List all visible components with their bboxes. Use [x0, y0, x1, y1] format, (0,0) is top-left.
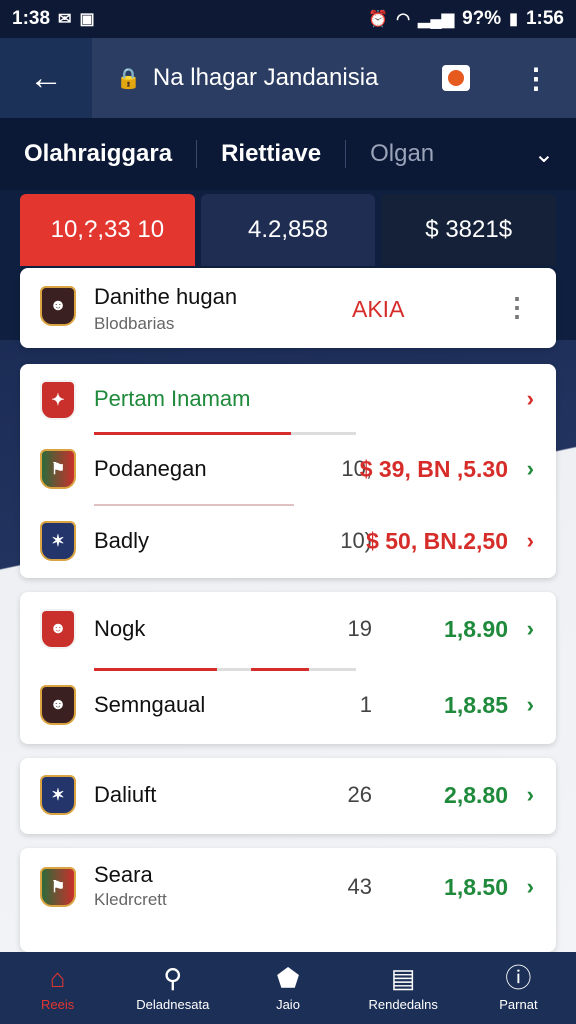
player-crest-icon: ☻ — [40, 609, 76, 649]
shield-crest-icon: ✶ — [40, 775, 76, 815]
summary-box[interactable]: 4.2,858 — [200, 194, 376, 266]
player-crest-icon: ☻ — [40, 286, 76, 326]
status-time: 1:38 — [12, 8, 51, 29]
tab-olahraiggara[interactable]: Olahraiggara — [0, 140, 196, 168]
app-notification-icon: ▣ — [79, 11, 95, 28]
summary-bar: 10,?,33 10 4.2,858 $ 3821$ — [20, 194, 557, 266]
match-count: 1 — [359, 692, 372, 717]
nav-label: Parnat — [499, 996, 538, 1012]
nav-search[interactable]: ⚲ Deladnesata — [115, 952, 230, 1024]
info-icon: ⓘ — [505, 962, 532, 993]
featured-sub: Blodbarias — [94, 314, 175, 333]
category-tabs: Olahraiggara Riettiave Olgan ⌄ — [0, 118, 576, 190]
address-bar[interactable]: 🔒 Na lhagar Jandanisia ⋮ — [92, 38, 576, 118]
search-icon: ⚲ — [163, 962, 183, 993]
group-title: Pertam Inamam — [94, 386, 251, 411]
team-name: Badly — [94, 528, 150, 553]
team-sub: Kledrcrett — [94, 890, 167, 909]
signal-icon: ▂▄▆ — [418, 11, 455, 28]
match-row[interactable]: ⚑ Podanegan 10, $ 39, BN ,5.30 › — [20, 434, 556, 504]
flag-crest-icon: ⚑ — [40, 449, 76, 489]
notification-icon: ✉ — [58, 11, 72, 28]
wifi-icon: ◠ — [396, 11, 411, 28]
chevron-right-icon: › — [526, 782, 534, 807]
match-row[interactable]: ✶ Daliuft 26 2,8.80 › — [20, 760, 556, 830]
summary-box[interactable]: $ 3821$ — [381, 194, 557, 266]
tab-riettiave[interactable]: Riettiave — [197, 140, 345, 168]
status-bar: 1:38 ✉ ▣ ⏰ ◠ ▂▄▆ 9?% ▮ 1:56 — [0, 0, 576, 38]
status-time-right: 1:56 — [525, 8, 564, 29]
match-count: 26 — [347, 782, 372, 807]
shield-crest-icon: ✶ — [40, 521, 76, 561]
match-group-card: ✶ Daliuft 26 2,8.80 › — [20, 758, 556, 834]
more-vert-icon[interactable]: ⋮ — [504, 292, 530, 323]
chevron-right-icon: › — [526, 528, 534, 553]
chevron-right-icon: › — [526, 874, 534, 899]
more-vert-icon[interactable]: ⋮ — [522, 62, 550, 95]
app-bar: ← 🔒 Na lhagar Jandanisia ⋮ — [0, 38, 576, 118]
camera-icon[interactable] — [442, 65, 470, 91]
odds-value[interactable]: 1,8.85 — [444, 692, 508, 719]
team-name: Seara — [94, 862, 153, 887]
bottom-navigation: ⌂ Reeis ⚲ Deladnesata ⬟ Jaio ▤ Rendedaln… — [0, 952, 576, 1024]
match-row[interactable]: ☻ Semngaual 1 1,8.85 › — [20, 670, 556, 740]
match-count: 43 — [347, 874, 372, 899]
team-name: Podanegan — [94, 456, 207, 481]
back-button[interactable]: ← — [0, 38, 92, 118]
match-row[interactable]: ✶ Badly 10) $ 50, BN.2,50 › — [20, 506, 556, 576]
battery-percent: 9?% — [462, 8, 502, 29]
team-name: Daliuft — [94, 782, 157, 807]
home-icon: ⌂ — [49, 962, 66, 993]
lock-icon: 🔒 — [116, 67, 141, 90]
featured-card[interactable]: ☻ Danithe hugan Blodbarias AKIA ⋮ — [20, 268, 556, 348]
chevron-down-icon[interactable]: ⌄ — [534, 140, 554, 169]
match-group-card: ⚑ Seara Kledrcrett 43 1,8.50 › — [20, 848, 556, 952]
group-header[interactable]: ✦ Pertam Inamam › — [20, 364, 556, 434]
nav-ticket[interactable]: ▤ Rendedalns — [346, 952, 461, 1024]
odds-value[interactable]: 1,8.50 — [444, 874, 508, 901]
match-row[interactable]: ☻ Nogk 19 1,8.90 › — [20, 594, 556, 664]
shield-icon: ⬟ — [276, 962, 300, 993]
nav-shield[interactable]: ⬟ Jaio — [230, 952, 345, 1024]
featured-name: Danithe hugan — [94, 284, 238, 309]
chevron-right-icon: › — [526, 692, 534, 717]
match-row[interactable]: ⚑ Seara Kledrcrett 43 1,8.50 › — [20, 852, 556, 922]
nav-label: Jaio — [276, 996, 300, 1012]
odds-value[interactable]: 1,8.90 — [444, 616, 508, 643]
battery-icon: ▮ — [509, 11, 518, 28]
odds-value[interactable]: $ 39, BN ,5.30 — [360, 456, 508, 483]
nav-label: Deladnesata — [136, 996, 210, 1012]
team-name: Nogk — [94, 616, 146, 641]
chevron-right-icon: › — [526, 616, 534, 641]
flag-crest-icon: ⚑ — [40, 867, 76, 907]
match-group-card: ✦ Pertam Inamam › ⚑ Podanegan 10, $ 39, … — [20, 364, 556, 578]
nav-label: Reeis — [40, 996, 75, 1012]
chevron-right-icon: › — [526, 456, 534, 481]
nav-info[interactable]: ⓘ Parnat — [461, 952, 576, 1024]
summary-box[interactable]: 10,?,33 10 — [20, 194, 195, 266]
alarm-icon: ⏰ — [368, 11, 389, 28]
odds-value[interactable]: $ 50, BN.2,50 — [366, 528, 508, 555]
featured-badge: AKIA — [352, 296, 405, 322]
nav-label: Rendedalns — [368, 996, 438, 1012]
club-crest-icon: ✦ — [40, 380, 76, 420]
match-count: 19 — [347, 616, 372, 641]
page-title: Na lhagar Jandanisia — [152, 64, 379, 91]
team-name: Semngaual — [94, 692, 206, 717]
match-group-card: ☻ Nogk 19 1,8.90 › ☻ Semngaual 1 1,8.85 … — [20, 592, 556, 744]
nav-home[interactable]: ⌂ Reeis — [0, 952, 115, 1024]
ticket-icon: ▤ — [390, 962, 416, 993]
tab-olgan[interactable]: Olgan — [346, 140, 458, 168]
player-crest-icon: ☻ — [40, 685, 76, 725]
chevron-right-icon: › — [526, 386, 534, 411]
back-arrow-icon: ← — [29, 58, 63, 97]
odds-value[interactable]: 2,8.80 — [444, 782, 508, 809]
